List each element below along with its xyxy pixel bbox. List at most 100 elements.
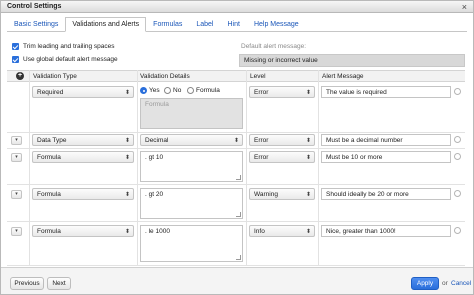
data-type-select[interactable]: Decimal ⬍: [140, 134, 243, 146]
tab-label[interactable]: Label: [189, 17, 220, 32]
tab-hint[interactable]: Hint: [221, 17, 247, 32]
validation-type-select[interactable]: Formula ⬍: [32, 225, 134, 237]
column-divider: [318, 70, 319, 265]
level-select[interactable]: Info ⬍: [249, 225, 315, 237]
default-alert-field: Missing or incorrect value: [239, 54, 465, 67]
level-select[interactable]: Error ⬍: [249, 151, 315, 163]
validation-type-value: Data Type: [37, 137, 67, 144]
add-validation-icon[interactable]: +: [16, 72, 24, 80]
tab-basic-settings[interactable]: Basic Settings: [7, 17, 65, 32]
apply-button[interactable]: Apply: [411, 277, 439, 290]
header-validation-type: Validation Type: [33, 73, 77, 80]
header-level: Level: [250, 73, 266, 80]
row-option-icon[interactable]: [454, 227, 461, 234]
or-text: or: [442, 280, 448, 287]
tab-validations-and-alerts[interactable]: Validations and Alerts: [65, 17, 147, 32]
use-global-alert-checkbox[interactable]: [12, 56, 19, 63]
trim-spaces-label: Trim leading and trailing spaces: [23, 43, 115, 50]
use-global-alert-label: Use global default alert message: [23, 56, 118, 63]
alert-message-input[interactable]: Nice, greater than 1000!: [321, 225, 451, 237]
level-select[interactable]: Error ⬍: [249, 134, 315, 146]
select-arrow-icon: ⬍: [305, 229, 311, 235]
trim-spaces-checkbox[interactable]: [12, 43, 19, 50]
resize-grip-icon[interactable]: [236, 255, 241, 260]
select-arrow-icon: ⬍: [124, 90, 130, 96]
column-divider: [29, 70, 30, 265]
validation-type-select[interactable]: Formula ⬍: [32, 188, 134, 200]
select-arrow-icon: ⬍: [233, 138, 239, 144]
select-arrow-icon: ⬍: [305, 90, 311, 96]
header-alert-message: Alert Message: [322, 73, 364, 80]
dialog-title: Control Settings: [7, 3, 62, 10]
column-divider: [137, 70, 138, 265]
required-formula-radio[interactable]: [187, 87, 194, 94]
level-select[interactable]: Warning ⬍: [249, 188, 315, 200]
alert-message-input[interactable]: The value is required: [321, 86, 451, 98]
next-button[interactable]: Next: [47, 277, 71, 290]
required-no-label: No: [173, 87, 182, 94]
resize-grip-icon[interactable]: [236, 212, 241, 217]
header-validation-details: Validation Details: [140, 73, 190, 80]
required-yes-radio[interactable]: [140, 87, 147, 94]
validation-table-header: + Validation Type Validation Details Lev…: [7, 70, 465, 82]
select-arrow-icon: ⬍: [124, 138, 130, 144]
row-divider: [7, 184, 465, 185]
control-settings-dialog: Control Settings × Basic Settings Valida…: [0, 0, 474, 295]
cancel-link[interactable]: Cancel: [451, 280, 471, 287]
alert-message-input[interactable]: Should ideally be 20 or more: [321, 188, 451, 200]
row-option-icon[interactable]: [454, 136, 461, 143]
row-divider: [7, 132, 465, 133]
level-value: Error: [254, 137, 269, 144]
validation-type-value: Formula: [37, 228, 61, 235]
row-divider: [7, 221, 465, 222]
column-divider: [246, 70, 247, 265]
tab-help-message[interactable]: Help Message: [247, 17, 306, 32]
tab-formulas[interactable]: Formulas: [146, 17, 189, 32]
default-alert-label: Default alert message:: [241, 43, 307, 50]
level-select[interactable]: Error ⬍: [249, 86, 315, 98]
close-icon[interactable]: ×: [462, 2, 467, 12]
formula-textarea[interactable]: . gt 10: [140, 151, 243, 182]
row-option-icon[interactable]: [454, 153, 461, 160]
formula-value: . gt 10: [145, 154, 164, 161]
select-arrow-icon: ⬍: [124, 229, 130, 235]
validation-type-value: Required: [37, 89, 64, 96]
required-formula-textarea: Formula: [140, 98, 243, 129]
row-divider: [7, 265, 465, 266]
select-arrow-icon: ⬍: [305, 155, 311, 161]
validation-type-select[interactable]: Data Type ⬍: [32, 134, 134, 146]
row-menu-button[interactable]: ▾: [11, 153, 22, 162]
level-value: Warning: [254, 191, 278, 198]
select-arrow-icon: ⬍: [124, 192, 130, 198]
required-no-radio[interactable]: [164, 87, 171, 94]
previous-button[interactable]: Previous: [10, 277, 44, 290]
alert-message-input[interactable]: Must be a decimal number: [321, 134, 451, 146]
formula-textarea[interactable]: . le 1000: [140, 225, 243, 262]
row-menu-button[interactable]: ▾: [11, 227, 22, 236]
row-menu-button[interactable]: ▾: [11, 136, 22, 145]
formula-value: . gt 20: [145, 191, 164, 198]
title-bar: Control Settings ×: [1, 1, 473, 13]
level-value: Error: [254, 89, 269, 96]
data-type-value: Decimal: [145, 137, 169, 144]
validation-type-value: Formula: [37, 154, 61, 161]
dialog-footer: [1, 267, 473, 294]
validation-type-select[interactable]: Formula ⬍: [32, 151, 134, 163]
resize-grip-icon[interactable]: [236, 175, 241, 180]
level-value: Error: [254, 154, 269, 161]
row-option-icon[interactable]: [454, 88, 461, 95]
formula-textarea[interactable]: . gt 20: [140, 188, 243, 219]
validation-type-value: Formula: [37, 191, 61, 198]
formula-value: . le 1000: [145, 228, 170, 235]
level-value: Info: [254, 228, 265, 235]
row-divider: [7, 148, 465, 149]
required-formula-label: Formula: [196, 87, 220, 94]
validation-type-select[interactable]: Required ⬍: [32, 86, 134, 98]
required-yes-label: Yes: [149, 87, 160, 94]
select-arrow-icon: ⬍: [305, 192, 311, 198]
row-option-icon[interactable]: [454, 190, 461, 197]
row-menu-button[interactable]: ▾: [11, 190, 22, 199]
alert-message-input[interactable]: Must be 10 or more: [321, 151, 451, 163]
tab-bar: Basic Settings Validations and Alerts Fo…: [7, 17, 306, 32]
select-arrow-icon: ⬍: [124, 155, 130, 161]
